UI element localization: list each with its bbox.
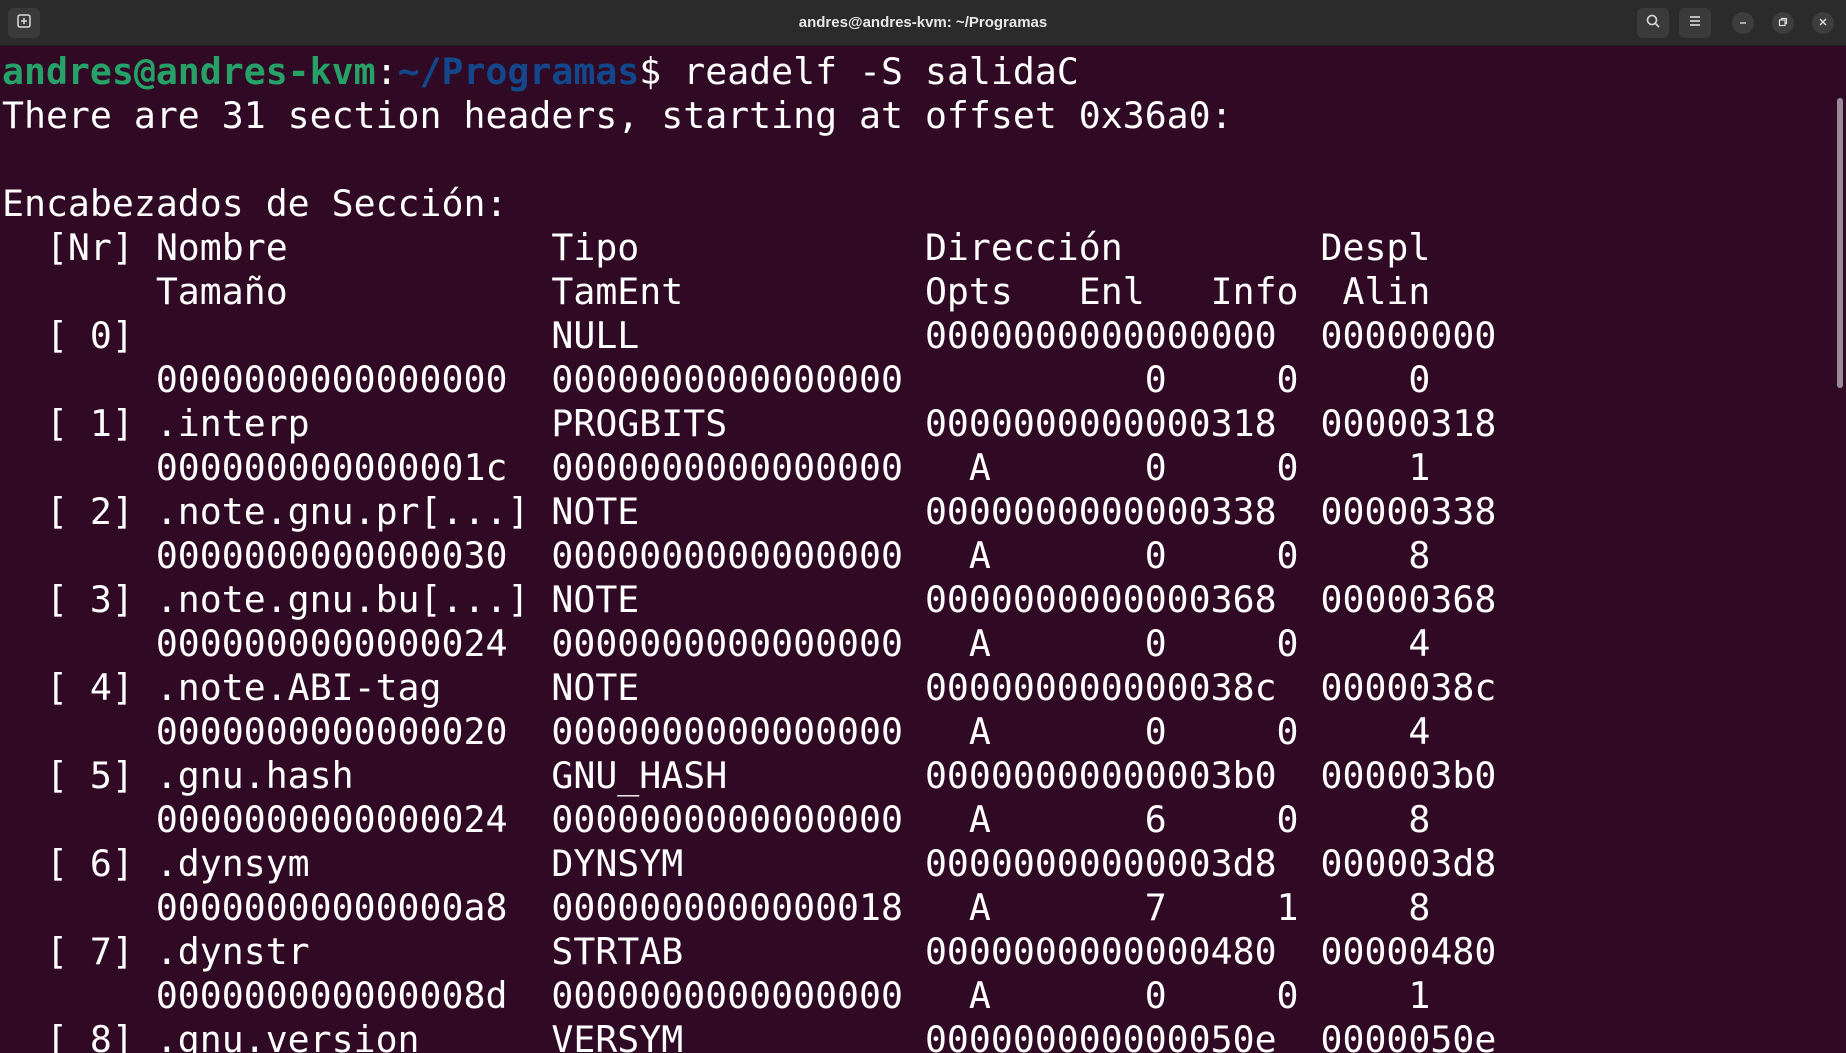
restore-button[interactable] (1772, 12, 1794, 34)
terminal-window: andres@andres-kvm: ~/Programas andres@an… (0, 0, 1846, 1053)
close-button[interactable] (1812, 12, 1834, 34)
section-row-line1: [ 3] .note.gnu.bu[...] NOTE 000000000000… (2, 578, 1497, 621)
section-row-line1: [ 7] .dynstr STRTAB 0000000000000480 000… (2, 930, 1497, 973)
section-row-line1: [ 8] .gnu.version VERSYM 000000000000050… (2, 1018, 1497, 1053)
section-row-line2: 000000000000001c 0000000000000000 A 0 0 … (2, 446, 1431, 489)
prompt-line: andres@andres-kvm:~/Programas$ readelf -… (2, 50, 1079, 94)
prompt-path: ~/Programas (397, 50, 640, 93)
section-row-line2: 0000000000000000 0000000000000000 0 0 0 (2, 358, 1431, 401)
scrollbar[interactable] (1832, 46, 1846, 1053)
close-icon (1818, 14, 1828, 32)
section-row-line2: 000000000000008d 0000000000000000 A 0 0 … (2, 974, 1431, 1017)
output-summary: There are 31 section headers, starting a… (2, 94, 1233, 137)
section-row-line2: 0000000000000024 0000000000000000 A 0 0 … (2, 622, 1431, 665)
window-title: andres@andres-kvm: ~/Programas (798, 14, 1048, 31)
section-row-line1: [ 5] .gnu.hash GNU_HASH 00000000000003b0… (2, 754, 1497, 797)
command-text: readelf -S salidaC (661, 50, 1079, 93)
scrollbar-thumb[interactable] (1837, 98, 1843, 388)
hamburger-menu-icon (1687, 13, 1703, 34)
section-heading: Encabezados de Sección: (2, 182, 508, 225)
restore-icon (1778, 14, 1788, 32)
search-button[interactable] (1637, 8, 1669, 38)
section-row-line2: 00000000000000a8 0000000000000018 A 7 1 … (2, 886, 1431, 929)
prompt-colon: : (375, 50, 398, 93)
section-row-line1: [ 2] .note.gnu.pr[...] NOTE 000000000000… (2, 490, 1497, 533)
section-row-line1: [ 0] NULL 0000000000000000 00000000 (2, 314, 1497, 357)
section-row-line2: 0000000000000024 0000000000000000 A 6 0 … (2, 798, 1431, 841)
section-row-line2: 0000000000000020 0000000000000000 A 0 0 … (2, 710, 1431, 753)
prompt-user-host: andres@andres-kvm (2, 50, 376, 93)
section-row-line1: [ 6] .dynsym DYNSYM 00000000000003d8 000… (2, 842, 1497, 885)
terminal-output[interactable]: andres@andres-kvm:~/Programas$ readelf -… (0, 46, 1832, 1053)
search-icon (1645, 13, 1661, 34)
prompt-dollar: $ (639, 50, 662, 93)
section-row-line1: [ 1] .interp PROGBITS 0000000000000318 0… (2, 402, 1497, 445)
column-header-2: Tamaño TamEnt Opts Enl Info Alin (2, 270, 1431, 313)
menu-button[interactable] (1679, 8, 1711, 38)
minimize-button[interactable] (1732, 12, 1754, 34)
section-row-line1: [ 4] .note.ABI-tag NOTE 000000000000038c… (2, 666, 1497, 709)
section-row-line2: 0000000000000030 0000000000000000 A 0 0 … (2, 534, 1431, 577)
title-bar[interactable]: andres@andres-kvm: ~/Programas (0, 0, 1846, 46)
column-header-1: [Nr] Nombre Tipo Dirección Despl (2, 226, 1431, 269)
minimize-icon (1738, 14, 1748, 32)
